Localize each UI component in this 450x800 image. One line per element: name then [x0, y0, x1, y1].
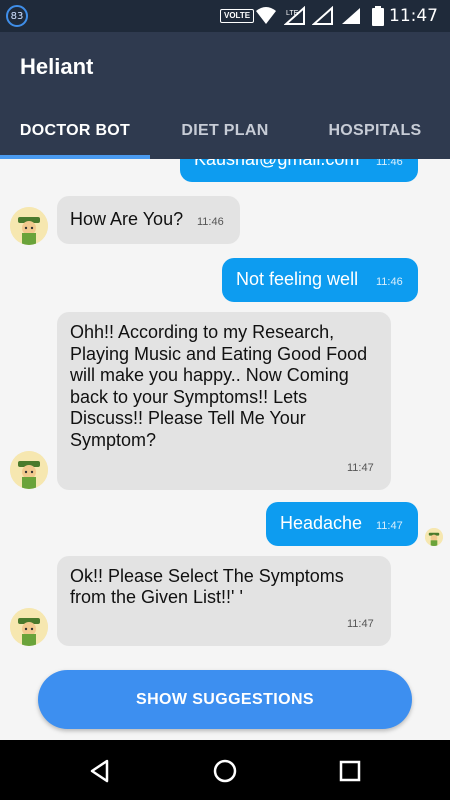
- svg-text:LTE: LTE: [286, 10, 299, 17]
- message-text: Ok!! Please Select The Symptoms from the…: [70, 566, 344, 607]
- bot-avatar: [10, 451, 48, 489]
- tab-bar: DOCTOR BOT DIET PLAN HOSPITALS: [0, 110, 450, 159]
- bot-avatar: [10, 608, 48, 646]
- message-time: 11:47: [347, 618, 374, 630]
- notification-count-badge: 83: [6, 5, 28, 27]
- message-time: 11:46: [197, 216, 224, 228]
- clock: 11:47: [389, 6, 438, 26]
- bot-message: Ok!! Please Select The Symptoms from the…: [57, 556, 391, 646]
- user-avatar: [425, 528, 443, 546]
- user-message: Not feeling well 11:46: [222, 258, 418, 302]
- volte-badge: VOLTE: [220, 9, 255, 23]
- message-text: How Are You?: [70, 209, 184, 229]
- doctor-bot-icon: [425, 528, 443, 546]
- user-message: Kaushal@gmail.com 11:46: [180, 159, 418, 182]
- message-time: 11:47: [347, 462, 374, 474]
- lte-signal-icon: LTE: [283, 5, 306, 31]
- status-bar: 83 VOLTE LTE 11:47: [0, 0, 450, 32]
- tab-hospitals[interactable]: HOSPITALS: [300, 110, 450, 159]
- bot-avatar: [10, 207, 48, 245]
- doctor-bot-icon: [10, 451, 48, 489]
- tab-doctor-bot[interactable]: DOCTOR BOT: [0, 110, 150, 159]
- bot-message: How Are You? 11:46: [57, 196, 240, 244]
- bot-message: Ohh!! According to my Research, Playing …: [57, 312, 391, 490]
- signal-icon: [311, 5, 334, 31]
- back-icon[interactable]: [87, 758, 113, 784]
- doctor-bot-icon: [10, 608, 48, 646]
- system-nav-bar: [0, 740, 450, 800]
- message-text: Ohh!! According to my Research, Playing …: [70, 322, 368, 450]
- app-bar: Heliant DOCTOR BOT DIET PLAN HOSPITALS: [0, 32, 450, 159]
- user-message: Headache 11:47: [266, 502, 418, 546]
- show-suggestions-button[interactable]: SHOW SUGGESTIONS: [38, 670, 412, 729]
- wifi-icon: [255, 6, 277, 31]
- message-text: Headache: [280, 513, 363, 533]
- recents-icon[interactable]: [337, 758, 363, 784]
- battery-icon: [372, 6, 384, 31]
- message-time: 11:46: [376, 276, 403, 288]
- message-time: 11:47: [376, 520, 403, 532]
- message-time: 11:46: [376, 159, 403, 168]
- doctor-bot-icon: [10, 207, 48, 245]
- tab-diet-plan[interactable]: DIET PLAN: [150, 110, 300, 159]
- chat-area[interactable]: Kaushal@gmail.com 11:46 How Are You? 11:…: [0, 159, 450, 740]
- signal-icon: [340, 6, 362, 31]
- app-title: Heliant: [20, 54, 94, 79]
- home-icon[interactable]: [212, 758, 238, 784]
- message-text: Not feeling well: [236, 269, 359, 289]
- message-text: Kaushal@gmail.com: [194, 159, 360, 169]
